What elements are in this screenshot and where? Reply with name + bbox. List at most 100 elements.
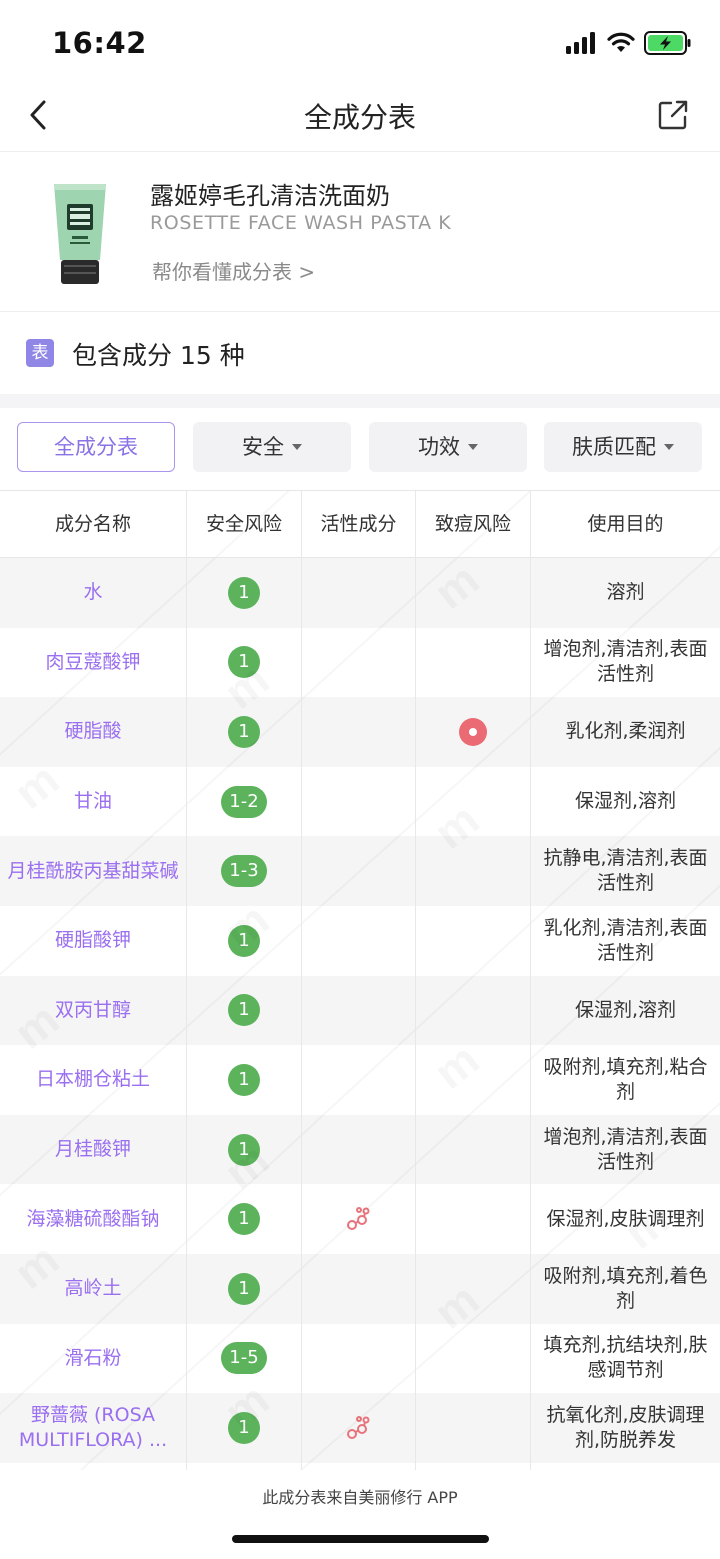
filter-tabs: 全成分表 安全 功效 肤质匹配 (0, 408, 720, 490)
ingredient-name[interactable]: 肉豆蔻酸钾 (0, 628, 186, 698)
tab-full-ingredients[interactable]: 全成分表 (17, 422, 175, 472)
active-ingredient-cell (302, 976, 415, 1046)
table-row[interactable]: 滑石粉 1-5 填充剂,抗结块剂,肤感调节剂 (0, 1324, 720, 1394)
acne-risk-cell (416, 628, 530, 698)
table-row[interactable]: 双丙甘醇 1 保湿剂,溶剂 (0, 975, 720, 1046)
ingredient-name[interactable]: 高岭土 (0, 1254, 186, 1324)
table-row[interactable]: 海藻糖硫酸酯钠 1 保湿剂,皮肤调理剂 (0, 1184, 720, 1254)
usage-purpose: 增泡剂,清洁剂,表面活性剂 (543, 638, 708, 686)
tab-label: 全成分表 (54, 435, 138, 459)
active-ingredient-cell (302, 1184, 415, 1254)
usage-purpose: 吸附剂,填充剂,着色剂 (543, 1264, 708, 1312)
status-bar: 16:42 (0, 0, 720, 86)
ingredient-name[interactable]: 日本棚仓粘土 (0, 1045, 186, 1115)
risk-badge: 1 (228, 1063, 260, 1096)
safety-risk-cell: 1 (187, 1184, 301, 1254)
acne-risk-cell (416, 558, 530, 628)
ingredient-name[interactable]: 双丙甘醇 (0, 976, 186, 1046)
header-purpose: 使用目的 (587, 513, 664, 535)
usage-purpose: 乳化剂,清洁剂,表面活性剂 (543, 916, 708, 964)
tab-efficacy[interactable]: 功效 (369, 422, 527, 472)
risk-badge: 1 (228, 1203, 260, 1236)
tab-safety[interactable]: 安全 (193, 422, 351, 472)
acne-risk-cell (416, 906, 530, 976)
table-row[interactable]: 硬脂酸 1 乳化剂,柔润剂 (0, 697, 720, 767)
acne-risk-cell (416, 767, 530, 837)
acne-risk-cell (416, 976, 530, 1046)
ingredient-name[interactable]: 野蔷薇 (ROSA MULTIFLORA) ... (0, 1393, 186, 1463)
acne-risk-icon (459, 717, 487, 746)
usage-purpose: 乳化剂,柔润剂 (565, 720, 686, 743)
usage-purpose: 保湿剂,皮肤调理剂 (546, 1207, 705, 1230)
acne-risk-cell (416, 1115, 530, 1185)
ingredient-guide-link[interactable]: 帮你看懂成分表 > (152, 256, 315, 285)
risk-badge: 1 (228, 715, 260, 748)
acne-risk-cell (416, 1393, 530, 1463)
table-row[interactable]: 硬脂酸钾 1 乳化剂,清洁剂,表面活性剂 (0, 906, 720, 976)
safety-risk-cell: 1-2 (187, 767, 301, 837)
tab-label: 安全 (242, 435, 284, 459)
wifi-icon (607, 32, 635, 52)
safety-risk-cell: 1 (187, 1254, 301, 1324)
status-time: 16:42 (52, 26, 147, 60)
header-acne-risk: 致痘风险 (434, 513, 511, 535)
tab-label: 肤质匹配 (572, 435, 656, 459)
column-divider (415, 491, 416, 1470)
risk-badge: 1 (228, 646, 260, 679)
safety-risk-cell: 1 (187, 1393, 301, 1463)
ingredient-name[interactable]: 月桂酸钾 (0, 1115, 186, 1185)
ingredient-name[interactable]: 月桂酰胺丙基甜菜碱 (0, 836, 186, 906)
active-ingredient-cell (302, 836, 415, 906)
caret-down-icon (664, 443, 674, 450)
home-indicator[interactable] (232, 1535, 489, 1543)
ingredient-name[interactable]: 甘油 (0, 767, 186, 837)
molecule-icon (346, 1207, 369, 1231)
safety-risk-cell: 1 (187, 697, 301, 767)
cellular-signal-icon (566, 32, 595, 54)
table-badge-icon: 表 (26, 339, 54, 367)
active-ingredient-cell (302, 697, 415, 767)
acne-risk-cell (416, 1045, 530, 1115)
acne-risk-cell (416, 1254, 530, 1324)
section-divider (0, 394, 720, 408)
usage-purpose: 溶剂 (606, 581, 645, 604)
table-row[interactable]: 肉豆蔻酸钾 1 增泡剂,清洁剂,表面活性剂 (0, 628, 720, 698)
header-name: 成分名称 (54, 513, 131, 535)
table-row[interactable]: 甘油 1-2 保湿剂,溶剂 (0, 767, 720, 837)
usage-purpose: 抗氧化剂,皮肤调理剂,防脱养发 (546, 1403, 705, 1451)
risk-badge: 1 (228, 924, 260, 957)
tab-skin-type-match[interactable]: 肤质匹配 (544, 422, 702, 472)
usage-purpose: 吸附剂,填充剂,粘合剂 (543, 1055, 708, 1103)
acne-risk-cell (416, 697, 530, 767)
ingredient-name[interactable]: 硬脂酸钾 (0, 906, 186, 976)
header-active: 活性成分 (320, 513, 397, 535)
product-english-name: ROSETTE FACE WASH PASTA K (150, 212, 452, 234)
safety-risk-cell: 1 (187, 558, 301, 628)
share-icon[interactable] (658, 100, 688, 130)
usage-purpose: 保湿剂,溶剂 (574, 790, 677, 813)
table-row[interactable]: 高岭土 1 吸附剂,填充剂,着色剂 (0, 1254, 720, 1324)
column-divider (186, 491, 187, 1470)
active-ingredient-cell (302, 628, 415, 698)
ingredient-name[interactable]: 海藻糖硫酸酯钠 (0, 1184, 186, 1254)
safety-risk-cell: 1-5 (187, 1324, 301, 1394)
active-ingredient-cell (302, 767, 415, 837)
battery-icon (644, 31, 691, 55)
active-ingredient-cell (302, 906, 415, 976)
ingredient-name[interactable]: 滑石粉 (0, 1324, 186, 1394)
risk-badge: 1-2 (221, 785, 267, 818)
table-row[interactable]: 野蔷薇 (ROSA MULTIFLORA) ... 1 抗氧化剂,皮肤调理剂,防脱养… (0, 1393, 720, 1463)
table-row[interactable]: 月桂酸钾 1 增泡剂,清洁剂,表面活性剂 (0, 1114, 720, 1185)
active-ingredient-cell (302, 558, 415, 628)
table-row[interactable]: 日本棚仓粘土 1 吸附剂,填充剂,粘合剂 (0, 1045, 720, 1115)
risk-badge: 1 (228, 576, 260, 609)
tab-label: 功效 (418, 435, 460, 459)
caret-down-icon (292, 443, 302, 450)
ingredient-table: 水 1 溶剂肉豆蔻酸钾 1 增泡剂,清洁剂,表面活性剂硬脂酸 1 乳化剂,柔润剂甘油 1-2 保… (0, 490, 720, 1470)
ingredient-name[interactable]: 水 (0, 558, 186, 628)
ingredient-name[interactable]: 硬脂酸 (0, 697, 186, 767)
source-note: 此成分表来自美丽修行 APP (262, 1488, 458, 1507)
product-header[interactable]: 露姬婷毛孔清洁洗面奶 ROSETTE FACE WASH PASTA K 帮你看… (0, 152, 720, 312)
table-row[interactable]: 月桂酰胺丙基甜菜碱 1-3 抗静电,清洁剂,表面活性剂 (0, 836, 720, 906)
table-row[interactable]: 水 1 溶剂 (0, 558, 720, 628)
